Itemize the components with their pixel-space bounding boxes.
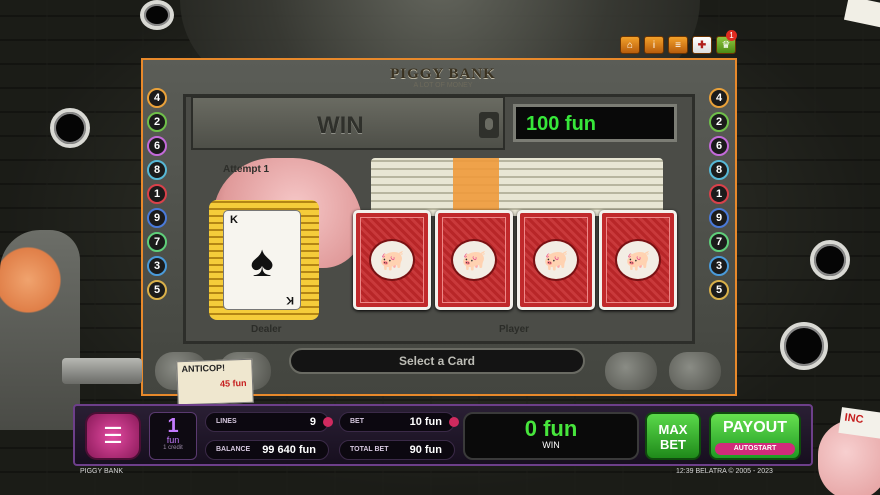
total-bet-field: TOTAL BET 90 fun — [339, 440, 455, 460]
game-title: PIGGY BANK — [390, 66, 496, 82]
lines-value: 9 — [309, 416, 316, 428]
anticop-title: ANTICOP! — [181, 362, 226, 375]
language-flag-icon[interactable]: ✚ — [692, 36, 712, 54]
bet-plus-button[interactable] — [449, 417, 459, 427]
line-number[interactable]: 5 — [709, 280, 729, 300]
line-number[interactable]: 1 — [709, 184, 729, 204]
line-number[interactable]: 1 — [147, 184, 167, 204]
autostart-button[interactable]: AUTOSTART — [715, 443, 795, 455]
money-stacks — [371, 158, 663, 216]
game-subtitle: A LOT OF MONEY — [413, 82, 473, 89]
pig-emblem-icon: 🐖 — [369, 239, 415, 281]
player-label: Player — [499, 324, 530, 335]
line-number[interactable]: 6 — [709, 136, 729, 156]
right-line-numbers: 4 2 6 8 1 9 7 3 5 — [709, 88, 729, 300]
bullet-hole — [780, 322, 828, 370]
win-bar: WIN — [191, 96, 505, 150]
paytable-icon[interactable]: ≡ — [668, 36, 688, 54]
line-number[interactable]: 6 — [147, 136, 167, 156]
max-bet-button[interactable]: MAX BET — [645, 412, 701, 460]
line-number[interactable]: 4 — [709, 88, 729, 108]
attempt-label: Attempt 1 — [223, 164, 270, 175]
info-icon[interactable]: i — [644, 36, 664, 54]
pig-emblem-icon: 🐖 — [533, 239, 579, 281]
footer-game-name: PIGGY BANK — [80, 468, 124, 475]
anticop-note: ANTICOP! 45 fun — [176, 358, 254, 406]
pig-emblem-icon: 🐖 — [615, 239, 661, 281]
player-card-3[interactable]: 🐖 — [517, 210, 595, 310]
lines-field: LINES 9 — [205, 412, 329, 432]
win-amount: 0 fun — [524, 416, 578, 441]
player-card-4[interactable]: 🐖 — [599, 210, 677, 310]
line-number[interactable]: 8 — [147, 160, 167, 180]
line-number[interactable]: 3 — [147, 256, 167, 276]
lines-label: LINES — [216, 418, 237, 425]
line-number[interactable]: 7 — [147, 232, 167, 252]
max-bet-line1: MAX — [658, 422, 688, 437]
credit-sub: 1 credit — [163, 445, 183, 451]
pig-statue — [669, 352, 721, 390]
bullet-hole — [50, 108, 90, 148]
notification-badge: 1 — [726, 30, 737, 41]
game-frame: PIGGY BANK A LOT OF MONEY 4 2 6 8 1 9 7 … — [141, 58, 737, 396]
payout-label: PAYOUT — [722, 419, 787, 436]
bet-field: BET 10 fun — [339, 412, 455, 432]
spade-icon: ♠ — [250, 237, 274, 286]
line-number[interactable]: 9 — [709, 208, 729, 228]
menu-button[interactable]: ☰ — [85, 412, 141, 460]
win-caption: WIN — [542, 440, 560, 450]
pig-statue — [605, 352, 657, 390]
home-icon[interactable]: ⌂ — [620, 36, 640, 54]
balance-label: BALANCE — [216, 446, 251, 453]
total-bet-label: TOTAL BET — [350, 446, 389, 453]
bullet-hole — [140, 0, 174, 30]
line-number[interactable]: 4 — [147, 88, 167, 108]
footer-copyright: 12:39 BELATRA © 2005 - 2023 — [676, 468, 773, 475]
gun-image — [62, 358, 142, 384]
balance-field: BALANCE 99 640 fun — [205, 440, 329, 460]
win-box: 0 fun WIN — [463, 412, 639, 460]
player-card-2[interactable]: 🐖 — [435, 210, 513, 310]
pig-emblem-icon: 🐖 — [451, 239, 497, 281]
max-bet-line2: BET — [660, 437, 686, 452]
bullet-hole — [810, 240, 850, 280]
player-card-1[interactable]: 🐖 — [353, 210, 431, 310]
line-number[interactable]: 8 — [709, 160, 729, 180]
line-number[interactable]: 3 — [709, 256, 729, 276]
win-display: 100 fun — [513, 104, 677, 142]
card-rank: K — [230, 214, 238, 226]
hamburger-icon: ☰ — [103, 423, 123, 448]
line-number[interactable]: 2 — [709, 112, 729, 132]
total-bet-value: 90 fun — [409, 444, 442, 456]
credit-selector[interactable]: 1 fun 1 credit — [149, 412, 197, 460]
dealer-label: Dealer — [251, 324, 282, 335]
control-panel: ☰ 1 fun 1 credit LINES 9 BET 10 fun BALA… — [73, 404, 813, 466]
gangster-character — [0, 230, 80, 430]
card-rank: K — [286, 294, 294, 306]
dealer-card: K ♠ K — [223, 210, 301, 310]
win-label: WIN — [317, 112, 364, 139]
select-card-prompt: Select a Card — [289, 348, 585, 374]
anticop-value: 45 fun — [219, 377, 247, 389]
top-toolbar: ⌂ i ≡ ✚ ♛ — [620, 36, 736, 54]
left-line-numbers: 4 2 6 8 1 9 7 3 5 — [147, 88, 167, 300]
line-number[interactable]: 2 — [147, 112, 167, 132]
bet-value: 10 fun — [409, 416, 442, 428]
line-number[interactable]: 5 — [147, 280, 167, 300]
line-number[interactable]: 7 — [709, 232, 729, 252]
win-display-value: 100 fun — [526, 113, 597, 135]
balance-value: 99 640 fun — [262, 444, 316, 456]
credit-unit: fun — [166, 435, 180, 445]
lock-icon — [479, 112, 499, 138]
payout-button[interactable]: PAYOUT AUTOSTART — [709, 412, 801, 460]
bet-label: BET — [350, 418, 364, 425]
lines-plus-button[interactable] — [323, 417, 333, 427]
line-number[interactable]: 9 — [147, 208, 167, 228]
